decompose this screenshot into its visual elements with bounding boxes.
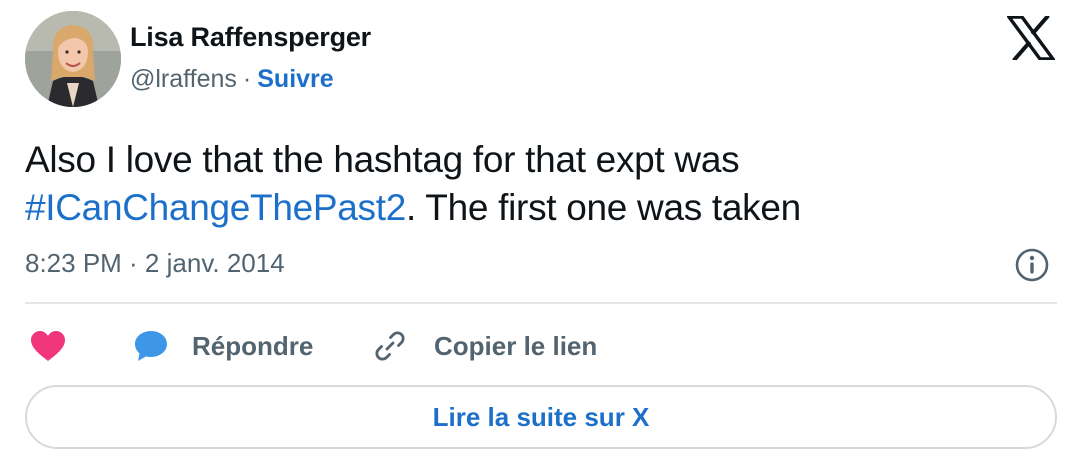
reply-button[interactable]: Répondre xyxy=(134,330,372,362)
heart-icon xyxy=(31,331,65,361)
tweet-text: Also I love that the hashtag for that ex… xyxy=(25,136,1045,232)
avatar[interactable] xyxy=(25,11,121,107)
like-button[interactable] xyxy=(30,330,134,362)
reply-label: Répondre xyxy=(192,330,314,361)
author-meta: @lraffens · Suivre xyxy=(130,65,334,94)
x-logo-icon[interactable] xyxy=(1005,14,1057,62)
author-handle[interactable]: @lraffens xyxy=(130,65,237,94)
copy-link-button[interactable]: Copier le lien xyxy=(372,328,597,364)
tweet-text-line-2: #ICanChangeThePast2. The first one was t… xyxy=(25,184,1045,232)
link-icon xyxy=(375,331,405,361)
embedded-tweet-card: Lisa Raffensperger @lraffens · Suivre Al… xyxy=(0,0,1074,474)
tweet-text-line-1: Also I love that the hashtag for that ex… xyxy=(25,139,740,180)
tweet-timestamp[interactable]: 8:23 PM · 2 janv. 2014 xyxy=(25,248,285,279)
copy-link-label: Copier le lien xyxy=(434,330,598,361)
tweet-text-tail: . The first one was taken xyxy=(406,187,801,228)
read-more-button[interactable]: Lire la suite sur X xyxy=(25,385,1057,449)
read-more-label: Lire la suite sur X xyxy=(432,401,650,432)
hashtag-link[interactable]: #ICanChangeThePast2 xyxy=(25,187,406,228)
meta-separator: · xyxy=(242,65,252,93)
divider xyxy=(25,302,1057,304)
action-bar: Répondre Copier le lien xyxy=(30,322,597,370)
speech-bubble-icon xyxy=(135,331,167,361)
follow-button[interactable]: Suivre xyxy=(257,65,333,94)
author-name[interactable]: Lisa Raffensperger xyxy=(130,22,371,53)
info-icon[interactable] xyxy=(1014,247,1050,283)
